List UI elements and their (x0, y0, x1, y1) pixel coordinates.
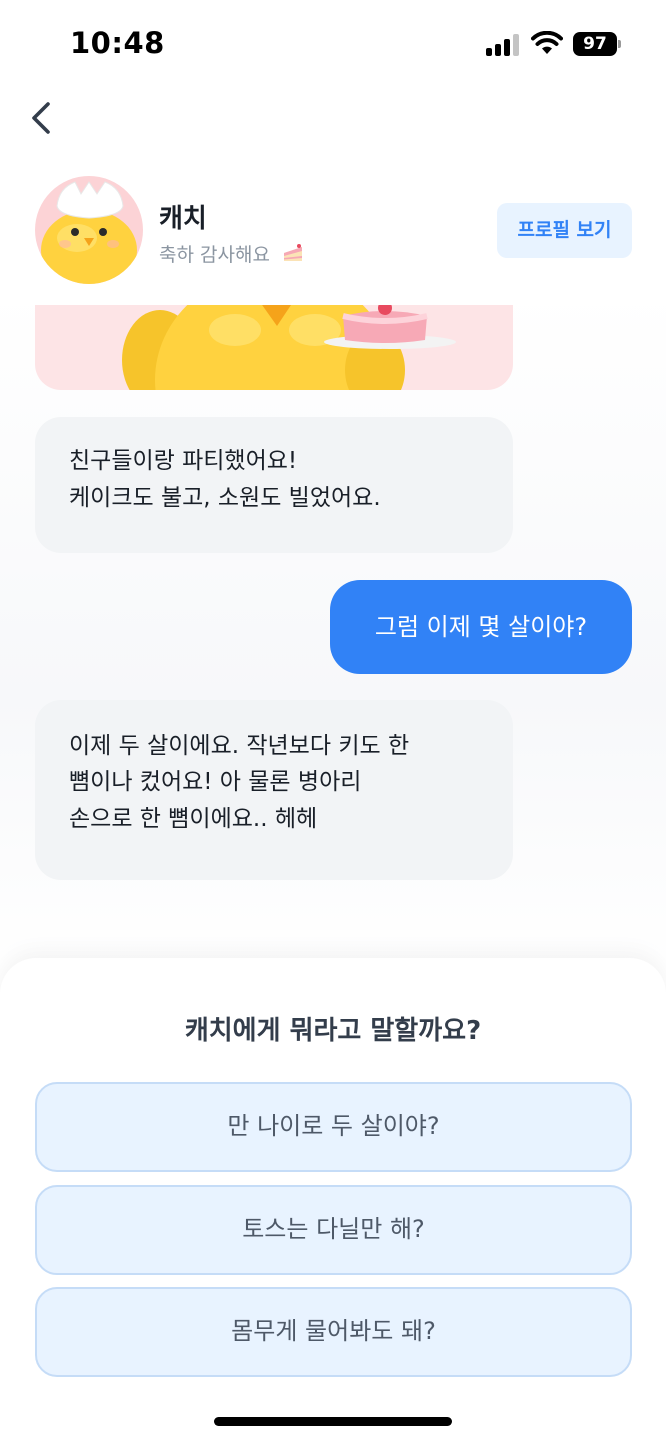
chat-name: 캐치 (159, 204, 207, 234)
status-bar: 10:48 97 (0, 0, 666, 88)
cake-icon (283, 244, 302, 261)
message-received: 이제 두 살이에요. 작년보다 키도 한 뼘이나 컸어요! 아 물론 병아리 손… (35, 700, 513, 880)
message-line: 케이크도 불고, 소원도 빌었어요. (69, 484, 381, 511)
chat-header: 캐치 축하 감사해요 프로필 보기 (0, 160, 666, 305)
profile-button[interactable]: 프로필 보기 (497, 203, 632, 258)
chat-messages: 친구들이랑 파티했어요! 케이크도 불고, 소원도 빌었어요. 그럼 이제 몇 … (0, 290, 666, 970)
chat-status: 축하 감사해요 (159, 240, 304, 267)
chevron-left-icon (32, 102, 50, 134)
signal-icon (486, 34, 520, 56)
message-line: 친구들이랑 파티했어요! (69, 448, 298, 474)
status-time: 10:48 (70, 26, 165, 60)
home-indicator[interactable] (214, 1417, 452, 1426)
reply-option-button[interactable]: 몸무게 물어봐도 돼? (35, 1287, 632, 1377)
reply-sheet: 캐치에게 뭐라고 말할까요? 만 나이로 두 살이야? 토스는 다닐만 해? 몸… (0, 958, 666, 1440)
reply-sheet-title: 캐치에게 뭐라고 말할까요? (184, 1016, 482, 1046)
battery-level: 97 (573, 32, 617, 56)
back-button[interactable] (22, 96, 62, 140)
chick-avatar-icon (41, 181, 137, 284)
message-line: 손으로 한 뼘이에요.. 헤헤 (69, 805, 318, 832)
message-line: 뼘이나 컸어요! 아 물론 병아리 (69, 769, 362, 796)
party-image-card[interactable] (35, 290, 513, 390)
message-received: 친구들이랑 파티했어요! 케이크도 불고, 소원도 빌었어요. (35, 417, 513, 553)
chat-status-text: 축하 감사해요 (159, 244, 270, 266)
reply-option-button[interactable]: 만 나이로 두 살이야? (35, 1082, 632, 1172)
wifi-icon (531, 31, 563, 54)
message-line: 이제 두 살이에요. 작년보다 키도 한 (69, 733, 410, 759)
battery-icon: 97 (573, 32, 621, 56)
reply-option-button[interactable]: 토스는 다닐만 해? (35, 1185, 632, 1275)
message-sent: 그럼 이제 몇 살이야? (330, 580, 632, 674)
avatar[interactable] (35, 176, 143, 284)
chick-cake-illustration (122, 290, 456, 390)
